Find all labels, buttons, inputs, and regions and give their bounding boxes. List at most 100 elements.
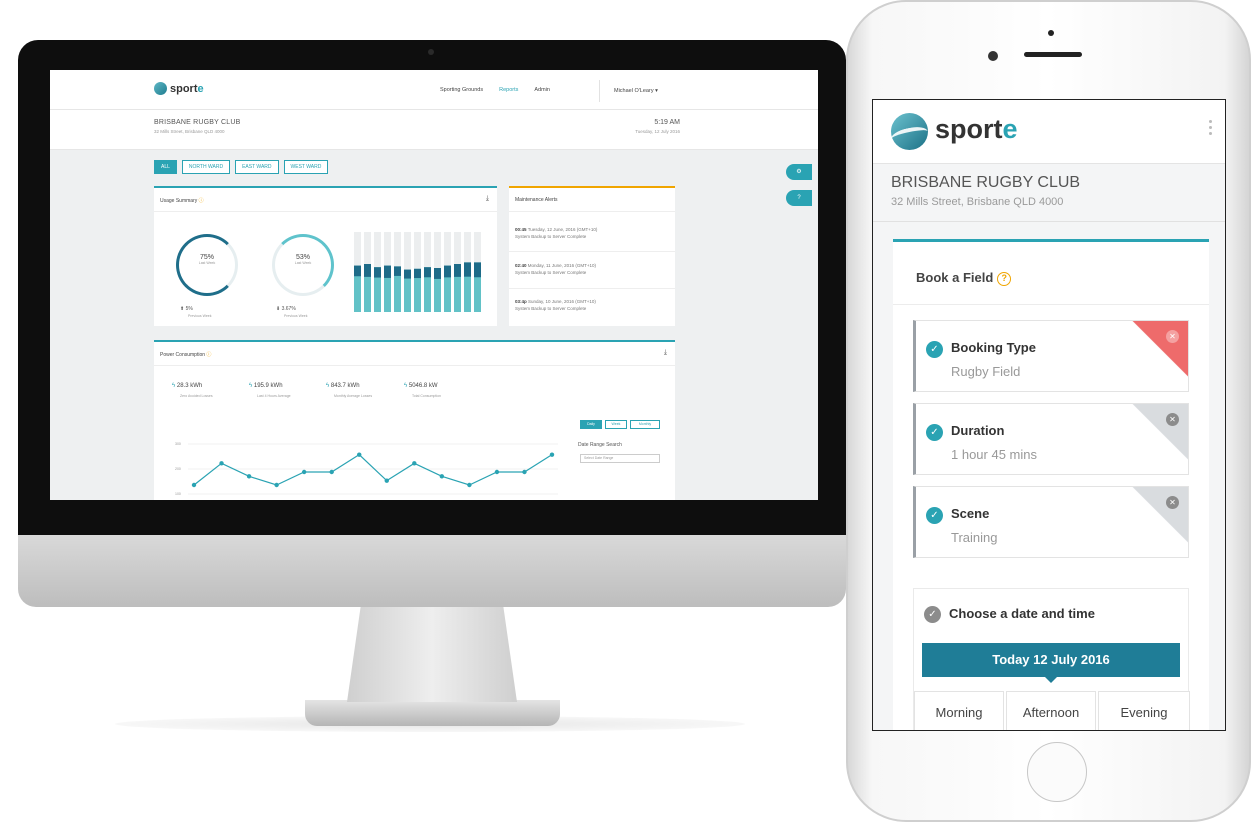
- user-menu[interactable]: Michael O'Leary ▾: [599, 80, 658, 102]
- settings-icon[interactable]: ⚙: [786, 164, 812, 180]
- book-field-card: Book a Field? ✓ Booking Type Rugby Field…: [893, 239, 1209, 730]
- selection-label: Booking Type: [951, 340, 1036, 355]
- home-button[interactable]: [1027, 742, 1087, 802]
- info-icon[interactable]: ⓘ: [199, 198, 204, 204]
- phone-speaker: [1024, 52, 1082, 57]
- help-icon[interactable]: ?: [786, 190, 812, 206]
- selection-value: Training: [951, 530, 998, 545]
- imac-stand: [347, 607, 517, 702]
- power-point: [246, 474, 252, 479]
- divider: [893, 304, 1209, 305]
- bar-dark: [434, 268, 441, 279]
- power-point: [357, 452, 362, 457]
- check-icon: ✓: [924, 606, 941, 623]
- remove-icon[interactable]: ✕: [1166, 496, 1179, 509]
- imac-chin: [18, 535, 846, 607]
- alerts-title: Maintenance Alerts: [515, 197, 558, 203]
- nav-sporting-grounds[interactable]: Sporting Grounds: [440, 87, 483, 93]
- selection-duration[interactable]: ✓ Duration 1 hour 45 mins ✕: [913, 403, 1189, 475]
- metric-1: ϟ 28.3 kWh: [172, 383, 203, 389]
- bar-dark: [384, 265, 391, 278]
- remove-icon[interactable]: ✕: [1166, 413, 1179, 426]
- tab-all[interactable]: ALL: [154, 160, 177, 174]
- selected-day[interactable]: Today 12 July 2016: [922, 643, 1180, 677]
- power-point: [301, 469, 307, 475]
- bolt-icon: ϟ: [172, 383, 176, 389]
- alert-item[interactable]: 00:45 Tuesday, 12 June, 2016 (GMT+10) Sys…: [515, 226, 665, 240]
- date-range-label: Date Range Search: [578, 442, 622, 448]
- alerts-header: Maintenance Alerts: [509, 188, 675, 212]
- usage-ring-2-stat-label: Previous Week: [284, 314, 308, 318]
- metric-1-label: Zero Avoided Losses: [180, 394, 213, 398]
- mobile-screen-overlay: Book a Field? ✓ Booking Type Rugby Field…: [872, 99, 1226, 731]
- desktop-logo[interactable]: sporte: [154, 82, 204, 95]
- tab-west-ward[interactable]: WEST WARD: [283, 160, 329, 174]
- desktop-menu: Sporting Grounds Reports Admin: [440, 87, 550, 93]
- download-icon[interactable]: ⤓: [664, 349, 667, 357]
- selection-label: Duration: [951, 423, 1005, 438]
- slot-morning[interactable]: Morning: [914, 691, 1004, 730]
- date-range-select[interactable]: Select Date Range: [580, 454, 660, 463]
- scene: sporte Sporting Grounds Reports Admin Mi…: [0, 0, 1253, 822]
- remove-icon[interactable]: ✕: [1166, 330, 1179, 343]
- power-point: [412, 461, 417, 466]
- power-point: [494, 469, 500, 475]
- date-time-label: Choose a date and time: [949, 606, 1095, 621]
- power-point: [219, 461, 224, 466]
- tab-east-ward[interactable]: EAST WARD: [235, 160, 279, 174]
- bolt-icon: ϟ: [326, 383, 330, 389]
- tab-north-ward[interactable]: NORTH WARD: [181, 160, 231, 174]
- imac-foot: [305, 700, 560, 726]
- bar-dark: [374, 267, 381, 278]
- divider: [509, 251, 675, 252]
- metric-3: ϟ 843.7 kWh: [326, 383, 360, 389]
- selection-value: Rugby Field: [951, 364, 1021, 379]
- power-point: [522, 469, 527, 475]
- fold-corner: [1131, 321, 1188, 378]
- help-icon[interactable]: ?: [997, 271, 1012, 286]
- power-point: [549, 452, 555, 457]
- usage-ring-1-stat-label: Previous Week: [188, 314, 212, 318]
- nav-admin[interactable]: Admin: [534, 87, 550, 93]
- power-point: [384, 478, 389, 483]
- y-tick: 300: [175, 442, 181, 446]
- download-icon[interactable]: ⤓: [486, 195, 489, 203]
- slot-afternoon[interactable]: Afternoon: [1006, 691, 1096, 730]
- bar-dark: [444, 265, 451, 278]
- power-consumption-card: Power Consumption ⓘ ⤓ ϟ 28.3 kWh Zero Av…: [154, 340, 675, 500]
- selection-booking-type[interactable]: ✓ Booking Type Rugby Field ✕: [913, 320, 1189, 392]
- check-icon: ✓: [926, 507, 943, 524]
- logo-text: sporte: [170, 82, 204, 95]
- usage-summary-title: Usage Summary ⓘ: [160, 198, 204, 204]
- bar-dark: [404, 269, 411, 279]
- period-week[interactable]: Week: [605, 420, 627, 429]
- period-monthly[interactable]: Monthly: [630, 420, 660, 429]
- selection-value: 1 hour 45 mins: [951, 447, 1037, 462]
- alert-item[interactable]: 02:40 Monday, 11 June, 2016 (GMT+10) Syst…: [515, 262, 665, 276]
- bolt-icon: ϟ: [249, 383, 253, 389]
- maintenance-alerts-card: Maintenance Alerts 00:45 Tuesday, 12 Jun…: [509, 186, 675, 326]
- power-point: [329, 469, 334, 475]
- usage-bar-chart: [354, 232, 481, 312]
- power-point: [467, 482, 472, 488]
- bar-dark: [364, 264, 371, 277]
- power-point: [191, 482, 197, 488]
- desktop-club-header: BRISBANE RUGBY CLUB 32 Mills Street, Bri…: [50, 110, 818, 150]
- alert-item[interactable]: 03:4p Sunday, 10 June, 2016 (GMT+10) Syst…: [515, 298, 665, 312]
- y-tick: 200: [175, 467, 181, 471]
- usage-ring-2-stat: ⬇ 3.67%: [276, 306, 296, 312]
- metric-3-label: Monthly Average Losses: [334, 394, 373, 398]
- bar-dark: [424, 267, 431, 278]
- slot-evening[interactable]: Evening: [1098, 691, 1190, 730]
- power-line-chart: [188, 443, 558, 495]
- metric-2-label: Last 4 Hours Average: [257, 394, 291, 398]
- usage-ring-1-stat: ⬆ 5%: [180, 306, 193, 312]
- bolt-icon: ϟ: [404, 383, 408, 389]
- period-daily[interactable]: Daily: [580, 420, 602, 429]
- check-icon: ✓: [926, 424, 943, 441]
- info-icon[interactable]: ⓘ: [206, 352, 211, 358]
- power-series-line: [193, 453, 553, 486]
- selection-scene[interactable]: ✓ Scene Training ✕: [913, 486, 1189, 558]
- nav-reports[interactable]: Reports: [499, 87, 518, 93]
- bar-dark: [354, 265, 361, 277]
